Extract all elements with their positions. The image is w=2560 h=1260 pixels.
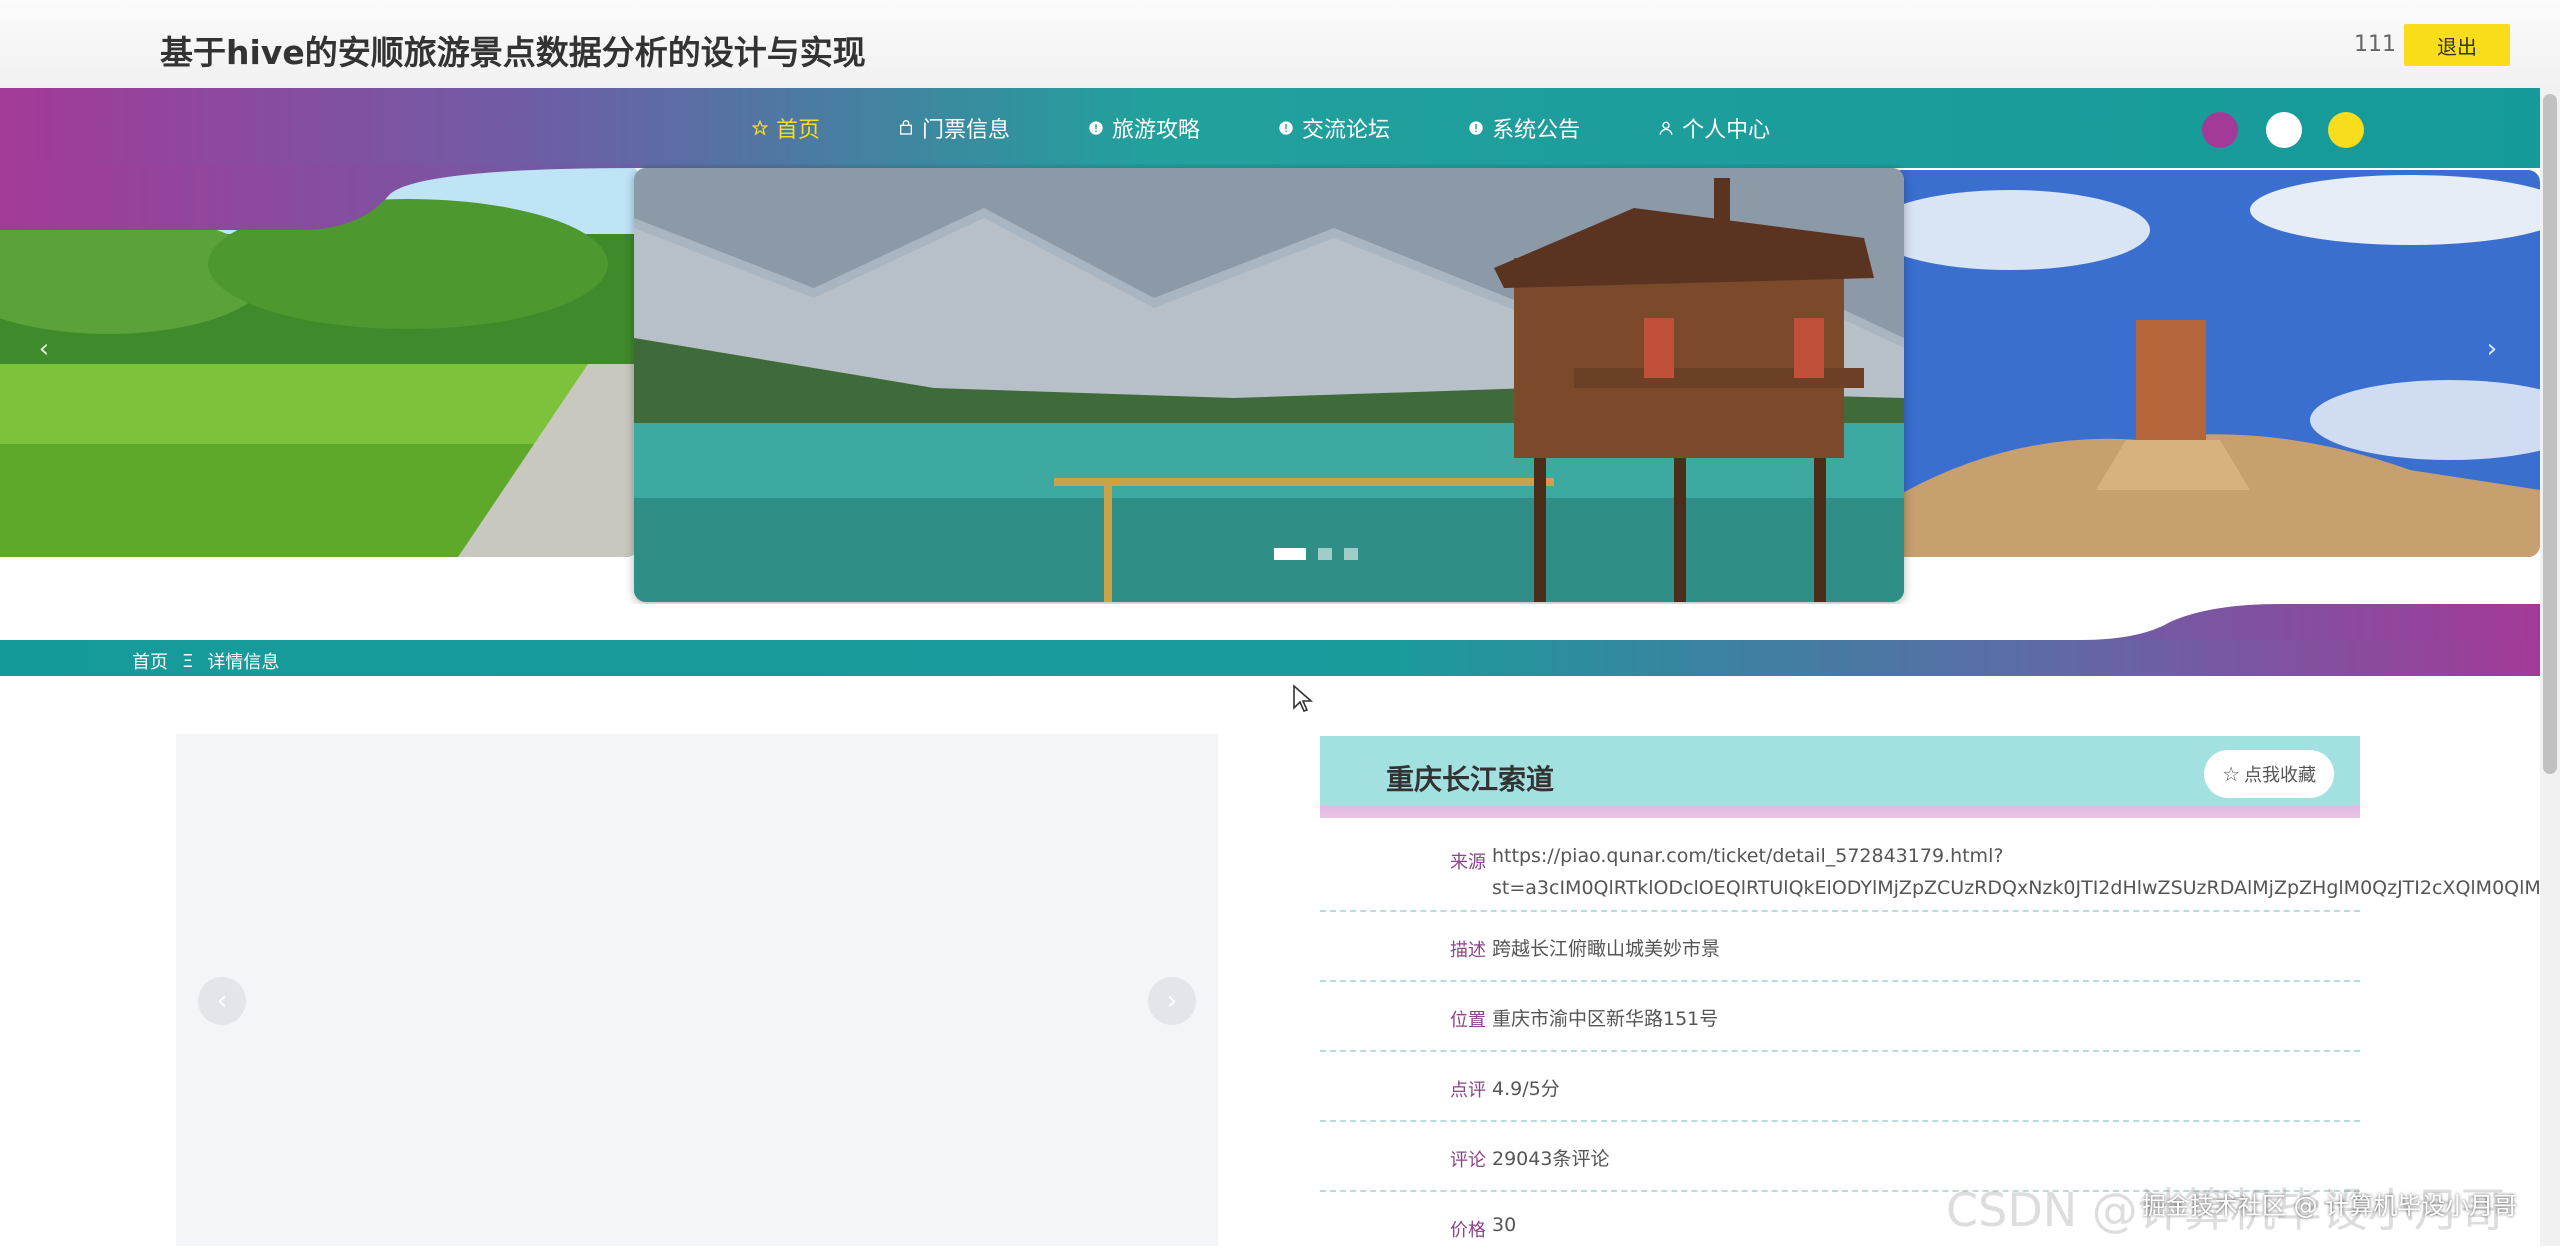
breadcrumb-bar <box>0 596 2540 678</box>
location-value: 重庆市渝中区新华路151号 <box>1492 1008 1719 1030</box>
breadcrumb-home[interactable]: 首页 <box>132 648 168 674</box>
top-header: 基于hive的安顺旅游景点数据分析的设计与实现 111 退出 <box>0 0 2560 88</box>
breadcrumb: 首页 Ξ 详情信息 <box>132 648 279 674</box>
page-scrollbar[interactable] <box>2540 88 2560 1246</box>
nav-item-announcements[interactable]: 系统公告 <box>1468 112 1580 144</box>
detail-row-location: 位置 重庆市渝中区新华路151号 <box>1320 982 2360 1052</box>
bag-icon <box>898 120 914 136</box>
star-icon <box>752 120 768 136</box>
info-icon <box>1088 120 1104 136</box>
nav-item-label: 系统公告 <box>1492 118 1581 143</box>
breadcrumb-current: 详情信息 <box>207 652 280 673</box>
nav-item-tickets[interactable]: 门票信息 <box>898 112 1010 144</box>
nav-item-label: 交流论坛 <box>1302 118 1391 143</box>
breadcrumb-separator: Ξ <box>182 650 194 672</box>
breadcrumb-strip <box>0 640 2540 676</box>
logout-button[interactable]: 退出 <box>2404 24 2510 66</box>
scrollbar-thumb[interactable] <box>2543 94 2557 774</box>
nav-item-label: 旅游攻略 <box>1112 118 1201 143</box>
banner-next-arrow[interactable]: › <box>2472 319 2512 379</box>
main-navbar: 首页 门票信息 旅游攻略 交流论坛 系统公告 个人中心 <box>0 88 2540 168</box>
detail-row-description: 描述 跨越长江俯瞰山城美妙市景 <box>1320 912 2360 982</box>
gallery-prev-button[interactable]: ‹ <box>198 977 246 1025</box>
gallery-next-button[interactable]: › <box>1148 977 1196 1025</box>
source-url[interactable]: https://piao.qunar.com/ticket/detail_572… <box>1492 840 2560 904</box>
mouse-cursor-icon <box>1293 684 1314 712</box>
site-title: 基于hive的安顺旅游景点数据分析的设计与实现 <box>160 33 866 72</box>
price-value: 30 <box>1492 1214 1517 1236</box>
theme-swatch-purple[interactable] <box>2202 112 2238 148</box>
favorite-label: 点我收藏 <box>2244 765 2316 785</box>
field-label: 来源 <box>1450 852 1486 873</box>
banner-slide-lake-cabin[interactable] <box>634 168 1904 602</box>
info-icon <box>1468 120 1484 136</box>
star-outline-icon: ☆ <box>2222 763 2240 786</box>
info-icon <box>1278 120 1294 136</box>
field-label: 位置 <box>1450 1010 1486 1031</box>
detail-row-source: 来源 https://piao.qunar.com/ticket/detail_… <box>1320 818 2560 912</box>
theme-swatch-yellow[interactable] <box>2328 112 2364 148</box>
image-gallery: ‹ › <box>176 734 1218 1246</box>
favorite-button[interactable]: ☆ 点我收藏 <box>2204 750 2334 798</box>
username-label: 111 <box>2354 32 2396 57</box>
field-label: 价格 <box>1450 1220 1486 1241</box>
nav-item-label: 个人中心 <box>1682 118 1771 143</box>
field-label: 点评 <box>1450 1080 1486 1101</box>
comments-value: 29043条评论 <box>1492 1148 1610 1170</box>
nav-item-guides[interactable]: 旅游攻略 <box>1088 112 1200 144</box>
nav-item-profile[interactable]: 个人中心 <box>1658 112 1770 144</box>
watermark-overlay: 掘金技术社区 @ 计算机毕设小月哥 <box>2142 1192 2518 1220</box>
nav-item-forum[interactable]: 交流论坛 <box>1278 112 1390 144</box>
detail-row-rating: 点评 4.9/5分 <box>1320 1052 2360 1122</box>
banner-slide-desert[interactable] <box>1890 170 2540 557</box>
detail-header: 重庆长江索道 ☆ 点我收藏 <box>1320 736 2360 818</box>
banner-indicator-3[interactable] <box>1344 548 1358 560</box>
nav-wave-decoration <box>0 164 640 230</box>
source-url-line: st=a3cIM0QlRTklODclOEQlRTUlQkElODYlMjZpZ… <box>1492 877 2560 899</box>
nav-menu: 首页 门票信息 旅游攻略 交流论坛 系统公告 个人中心 <box>752 88 1848 168</box>
user-icon <box>1658 120 1674 136</box>
source-url-line: https://piao.qunar.com/ticket/detail_572… <box>1492 845 2004 867</box>
field-label: 评论 <box>1450 1150 1486 1171</box>
detail-title: 重庆长江索道 <box>1386 763 1555 796</box>
nav-item-home[interactable]: 首页 <box>752 112 820 144</box>
banner-indicators <box>1274 548 1370 560</box>
rating-value: 4.9/5分 <box>1492 1078 1560 1100</box>
field-label: 描述 <box>1450 940 1486 961</box>
theme-swatch-white[interactable] <box>2266 112 2302 148</box>
nav-item-label: 门票信息 <box>922 118 1011 143</box>
nav-item-label: 首页 <box>776 118 821 143</box>
banner-indicator-1[interactable] <box>1274 548 1306 560</box>
banner-prev-arrow[interactable]: ‹ <box>24 319 64 379</box>
description-value: 跨越长江俯瞰山城美妙市景 <box>1492 938 1721 960</box>
banner-indicator-2[interactable] <box>1318 548 1332 560</box>
